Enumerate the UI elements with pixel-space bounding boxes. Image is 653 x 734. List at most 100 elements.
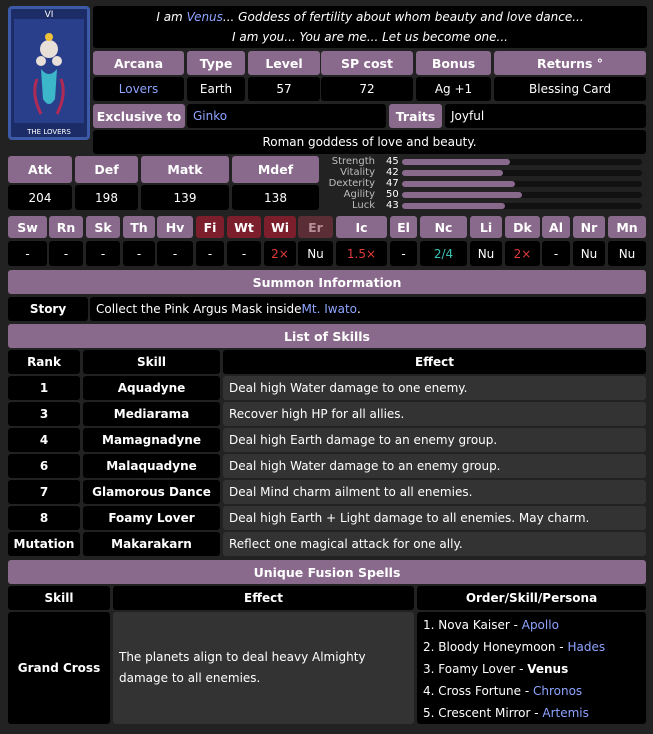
skill-name: Foamy Lover — [83, 506, 220, 530]
skill-effect: Deal high Water damage to an enemy group… — [223, 454, 646, 478]
element-mn: Mn — [608, 216, 646, 238]
element-hv: Hv — [157, 216, 193, 238]
element-dk: Dk — [505, 216, 540, 238]
skill-effect: Reflect one magical attack for one ally. — [223, 532, 646, 556]
skill-rank: 3 — [8, 402, 80, 426]
header-bonus: Bonus — [416, 51, 491, 75]
resist-el: - — [390, 241, 417, 266]
persona-link[interactable]: Hades — [567, 640, 605, 654]
element-li: Li — [470, 216, 502, 238]
dexterity-bar — [402, 180, 515, 187]
resist-sw: - — [8, 241, 47, 266]
skill-effect: Recover high HP for all allies. — [223, 402, 646, 426]
skill-rank: Mutation — [8, 532, 80, 556]
skill-effect: Deal high Water damage to one enemy. — [223, 376, 646, 400]
header-sp-cost: SP cost — [321, 51, 413, 75]
resist-th: - — [123, 241, 155, 266]
element-sk: Sk — [86, 216, 120, 238]
header-arcana: Arcana — [93, 51, 184, 75]
attribute-row: Luck 43 — [322, 200, 646, 211]
exclusive-label: Exclusive to — [93, 104, 185, 128]
skill-name: Aquadyne — [83, 376, 220, 400]
skill-name: Mamagnadyne — [83, 428, 220, 452]
luck-bar — [402, 202, 505, 209]
stat-header-atk: Atk — [8, 156, 72, 183]
skills-header-skill: Skill — [83, 350, 220, 374]
persona-name-link[interactable]: Venus — [187, 10, 223, 24]
traits-label: Traits — [389, 104, 442, 128]
value-arcana[interactable]: Lovers — [93, 77, 184, 101]
resist-mn: Nu — [608, 241, 646, 266]
skill-rank: 4 — [8, 428, 80, 452]
location-link[interactable]: Mt. Iwato — [302, 302, 357, 316]
value-bonus: Ag +1 — [416, 77, 491, 101]
fusion-order-item: 1. Nova Kaiser - Apollo — [423, 618, 559, 632]
intro-line-2: I am you... You are me... Let us become … — [232, 30, 508, 44]
stat-value-mdef: 138 — [232, 185, 319, 210]
element-rn: Rn — [49, 216, 83, 238]
element-er: Er — [298, 216, 333, 238]
element-al: Al — [542, 216, 570, 238]
resist-wt: - — [227, 241, 261, 266]
header-type: Type — [187, 51, 245, 75]
value-level: 57 — [248, 77, 320, 101]
attribute-row: Strength 45 — [322, 156, 646, 167]
persona-link[interactable]: Artemis — [542, 706, 589, 720]
element-th: Th — [123, 216, 155, 238]
fusion-skill-name: Grand Cross — [8, 612, 110, 724]
element-wt: Wt — [227, 216, 261, 238]
element-el: El — [390, 216, 417, 238]
skill-name: Makarakarn — [83, 532, 220, 556]
element-nr: Nr — [573, 216, 605, 238]
intro-quote: I am Venus... Goddess of fertility about… — [93, 6, 647, 48]
vitality-bar — [402, 169, 503, 176]
stat-header-def: Def — [75, 156, 138, 183]
value-sp-cost: 72 — [321, 77, 413, 101]
header-returns: Returns ° — [494, 51, 646, 75]
skill-rank: 7 — [8, 480, 80, 504]
story-label: Story — [8, 297, 88, 321]
persona-link[interactable]: Apollo — [522, 618, 559, 632]
skills-header-rank: Rank — [8, 350, 80, 374]
venus-figure-icon — [14, 19, 84, 123]
intro-line-1: I am Venus... Goddess of fertility about… — [156, 10, 584, 24]
fusion-order-item: 5. Crescent Mirror - Artemis — [423, 706, 589, 720]
attribute-row: Agility 50 — [322, 189, 646, 200]
resist-er: Nu — [298, 241, 333, 266]
fusion-order-item: 2. Bloody Honeymoon - Hades — [423, 640, 606, 654]
stat-header-mdef: Mdef — [232, 156, 319, 183]
exclusive-value[interactable]: Ginko — [187, 104, 386, 128]
attribute-row: Dexterity 47 — [322, 178, 646, 189]
fusion-order-list: 1. Nova Kaiser - Apollo 2. Bloody Honeym… — [417, 612, 646, 724]
skill-effect: Deal high Earth damage to an enemy group… — [223, 428, 646, 452]
story-text: Collect the Pink Argus Mask inside Mt. I… — [90, 297, 646, 321]
description: Roman goddess of love and beauty. — [93, 130, 646, 154]
skill-name: Glamorous Dance — [83, 480, 220, 504]
fusion-header-effect: Effect — [113, 586, 414, 610]
resist-li: Nu — [470, 241, 502, 266]
element-ic: Ic — [336, 216, 387, 238]
attribute-row: Vitality 42 — [322, 167, 646, 178]
persona-link[interactable]: Chronos — [533, 684, 582, 698]
resist-rn: - — [49, 241, 83, 266]
resist-nr: Nu — [573, 241, 605, 266]
resist-sk: - — [86, 241, 120, 266]
card-caption: THE LOVERS — [11, 128, 87, 136]
fusion-order-item: 3. Foamy Lover - Venus — [423, 662, 569, 676]
element-fi: Fi — [196, 216, 224, 238]
value-returns: Blessing Card — [494, 77, 646, 101]
skill-name: Malaquadyne — [83, 454, 220, 478]
skills-header-effect: Effect — [223, 350, 646, 374]
skill-rank: 1 — [8, 376, 80, 400]
fusion-effect: The planets align to deal heavy Almighty… — [113, 612, 414, 724]
resist-hv: - — [157, 241, 193, 266]
header-level: Level — [248, 51, 320, 75]
skill-effect: Deal Mind charm ailment to all enemies. — [223, 480, 646, 504]
fusion-title: Unique Fusion Spells — [8, 560, 646, 584]
fusion-order-item: 4. Cross Fortune - Chronos — [423, 684, 583, 698]
agility-bar — [402, 191, 522, 198]
traits-value: Joyful — [445, 104, 646, 128]
skill-effect: Deal high Earth + Light damage to all en… — [223, 506, 646, 530]
fusion-header-order: Order/Skill/Persona — [417, 586, 646, 610]
element-wi: Wi — [264, 216, 296, 238]
